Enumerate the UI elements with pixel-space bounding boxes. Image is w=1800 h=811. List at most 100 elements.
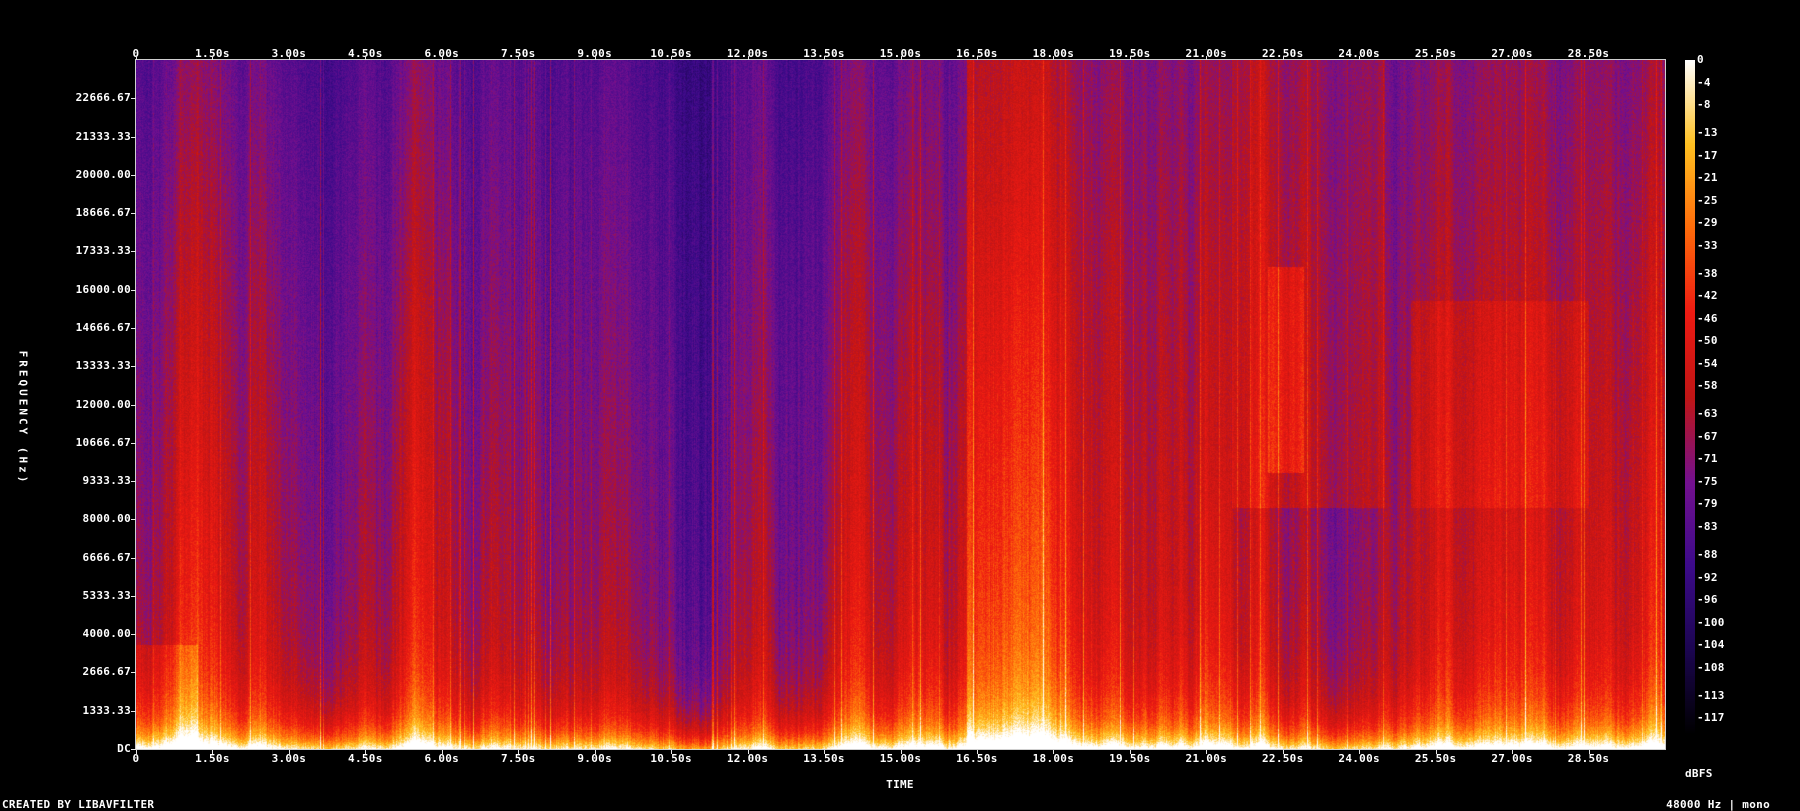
x-tick-mark xyxy=(748,56,749,60)
y-tick-mark xyxy=(131,405,136,406)
y-axis-label: FREQUENCY (Hz) xyxy=(16,350,30,486)
colorbar-tick-label: -96 xyxy=(1697,593,1718,606)
y-tick-label: 8000.00 xyxy=(82,512,131,526)
x-tick-mark xyxy=(289,750,290,754)
y-tick-mark xyxy=(131,251,136,252)
x-tick-mark xyxy=(595,56,596,60)
y-tick-mark xyxy=(131,711,136,712)
y-tick-label: 2666.67 xyxy=(82,665,131,679)
x-tick-mark xyxy=(1589,56,1590,60)
x-tick-mark xyxy=(1589,750,1590,754)
y-tick-mark xyxy=(131,634,136,635)
x-tick-label-bottom: 19.50s xyxy=(1109,752,1151,765)
y-tick-mark xyxy=(131,137,136,138)
x-tick-mark xyxy=(136,750,137,754)
colorbar-tick-label: -58 xyxy=(1697,379,1718,393)
y-tick-mark xyxy=(131,290,136,291)
y-tick-label: 12000.00 xyxy=(75,397,131,411)
spectrogram-view: FREQUENCY (Hz) TIME dBFS CREATED BY LIBA… xyxy=(0,0,1800,810)
x-tick-mark xyxy=(1053,56,1054,60)
colorbar-tick-label: -42 xyxy=(1697,289,1718,303)
x-tick-label-bottom: 3.00s xyxy=(271,752,307,765)
x-tick-mark xyxy=(595,750,596,754)
x-tick-mark xyxy=(977,56,978,60)
colorbar-tick-label: -33 xyxy=(1697,238,1718,252)
x-tick-label-bottom: 27.00s xyxy=(1491,752,1533,765)
y-tick-label: 18666.67 xyxy=(75,206,131,220)
colorbar-tick-label: -75 xyxy=(1697,474,1718,488)
colorbar-tick-label: -104 xyxy=(1697,638,1725,651)
x-tick-label-bottom: 25.50s xyxy=(1414,752,1457,765)
x-tick-mark xyxy=(901,56,902,60)
x-tick-label-bottom: 21.00s xyxy=(1185,752,1228,765)
colorbar-tick-label: -92 xyxy=(1697,570,1718,584)
colorbar-tick-label: -79 xyxy=(1697,497,1718,511)
x-tick-mark xyxy=(518,56,519,60)
x-tick-mark xyxy=(1206,750,1207,754)
y-tick-mark xyxy=(131,443,136,444)
x-tick-mark xyxy=(212,750,213,754)
x-axis-label: TIME xyxy=(886,778,914,791)
y-tick-label: 16000.00 xyxy=(75,282,131,296)
y-tick-label: 10666.67 xyxy=(75,435,131,449)
x-tick-mark xyxy=(1436,56,1437,60)
y-tick-mark xyxy=(131,175,136,176)
x-tick-mark xyxy=(1359,750,1360,754)
x-tick-mark xyxy=(136,56,137,60)
x-tick-mark xyxy=(671,56,672,60)
credit-text: CREATED BY LIBAVFILTER xyxy=(2,798,155,811)
y-tick-mark xyxy=(131,558,136,559)
x-tick-label-bottom: 1.50s xyxy=(195,752,230,765)
y-tick-mark xyxy=(131,328,136,329)
x-tick-mark xyxy=(1283,56,1284,60)
x-tick-label-bottom: 6.00s xyxy=(424,752,460,765)
colorbar-tick-label: -21 xyxy=(1697,171,1718,185)
x-tick-label-bottom: 24.00s xyxy=(1338,752,1380,765)
colorbar-tick-label: -46 xyxy=(1697,311,1718,325)
colorbar-tick-label: -83 xyxy=(1697,519,1718,533)
x-tick-label-bottom: 16.50s xyxy=(956,752,998,765)
x-tick-mark xyxy=(1359,56,1360,60)
y-tick-mark xyxy=(131,213,136,214)
colorbar-tick-label: -63 xyxy=(1697,407,1718,421)
spectrogram-plot xyxy=(136,60,1665,749)
y-tick-label: 6666.67 xyxy=(82,550,131,564)
colorbar-tick-label: -88 xyxy=(1697,548,1718,561)
y-tick-label: 20000.00 xyxy=(75,167,131,181)
x-tick-mark xyxy=(824,750,825,754)
x-tick-mark xyxy=(289,56,290,60)
y-tick-mark xyxy=(131,98,136,99)
y-tick-label: 1333.33 xyxy=(82,703,131,717)
y-tick-label: 5333.33 xyxy=(82,588,131,602)
colorbar-tick-label: -54 xyxy=(1697,356,1718,370)
x-tick-label-bottom: 22.50s xyxy=(1261,752,1304,765)
x-tick-mark xyxy=(1130,56,1131,60)
x-tick-label-bottom: 15.00s xyxy=(879,752,922,765)
x-tick-mark xyxy=(748,750,749,754)
y-tick-label: 22666.67 xyxy=(75,91,131,105)
y-tick-label: 9333.33 xyxy=(82,474,131,488)
x-tick-label-bottom: 13.50s xyxy=(803,752,845,765)
x-tick-mark xyxy=(1512,750,1513,754)
y-tick-label: 4000.00 xyxy=(82,627,131,641)
y-tick-mark xyxy=(131,519,136,520)
y-tick-mark xyxy=(131,366,136,367)
colorbar xyxy=(1685,60,1695,735)
colorbar-tick-label: -117 xyxy=(1697,711,1725,725)
y-tick-label: DC xyxy=(117,742,131,755)
x-tick-mark xyxy=(1206,56,1207,60)
x-tick-label-bottom: 10.50s xyxy=(650,752,692,765)
y-tick-mark xyxy=(131,672,136,673)
colorbar-tick-label: -38 xyxy=(1697,266,1718,280)
y-tick-label: 13333.33 xyxy=(75,359,131,373)
colorbar-tick-label: -50 xyxy=(1697,334,1718,348)
y-tick-mark xyxy=(131,481,136,482)
colorbar-tick-label: -113 xyxy=(1697,688,1725,702)
y-tick-mark xyxy=(131,749,136,750)
colorbar-tick-label: -8 xyxy=(1697,98,1711,111)
x-tick-mark xyxy=(365,750,366,754)
y-tick-label: 14666.67 xyxy=(75,320,131,334)
x-tick-label-bottom: 9.00s xyxy=(577,752,612,765)
x-tick-mark xyxy=(518,750,519,754)
x-tick-mark xyxy=(824,56,825,60)
